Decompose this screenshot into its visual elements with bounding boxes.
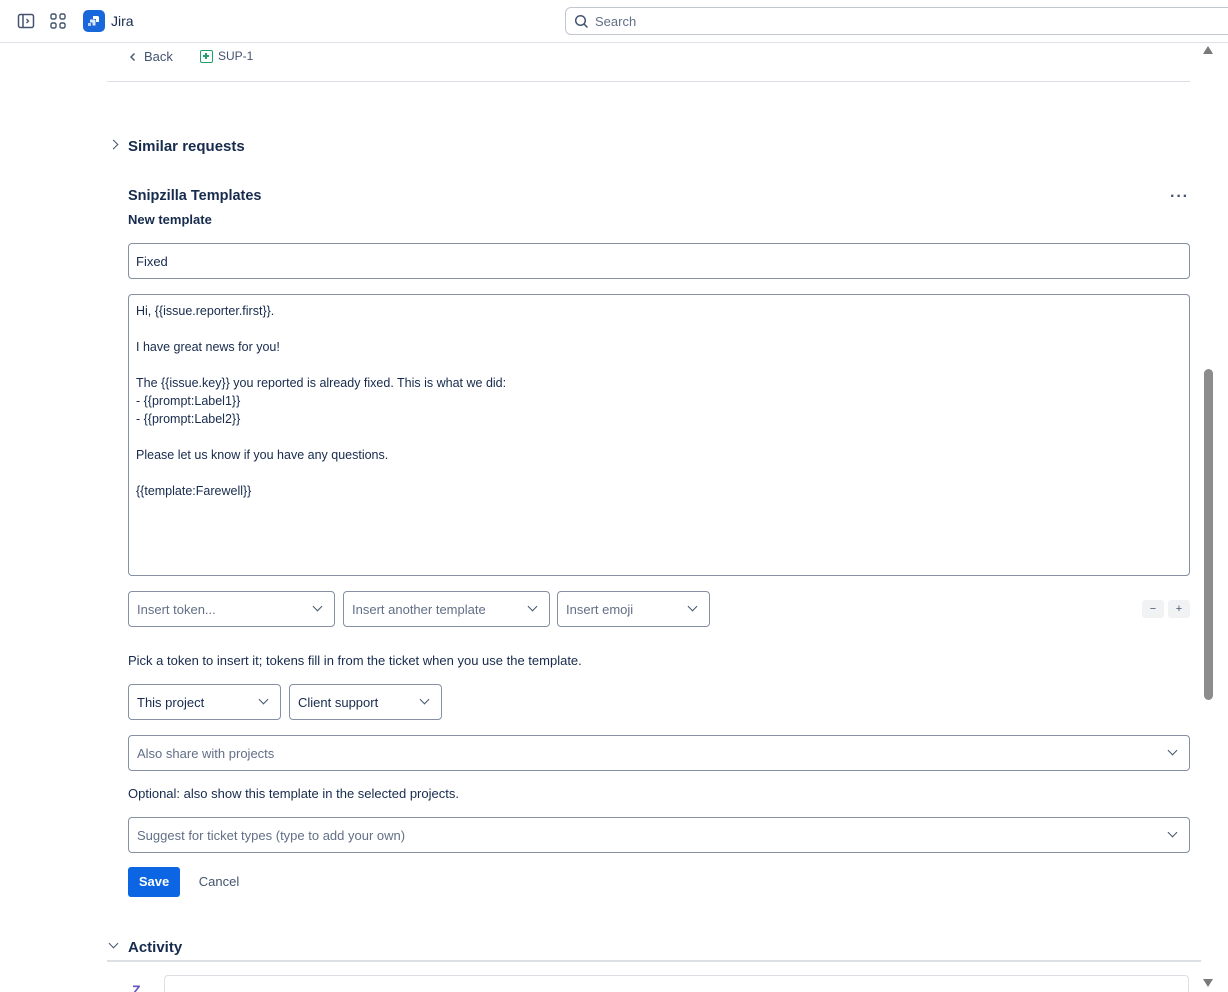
comment-box[interactable] bbox=[164, 975, 1189, 992]
share-projects-placeholder: Also share with projects bbox=[137, 746, 275, 761]
template-body-line: {{template:Farewell}} bbox=[136, 484, 252, 498]
template-body-line bbox=[136, 464, 1182, 482]
shrink-editor-button[interactable]: − bbox=[1142, 600, 1164, 618]
scroll-down-arrow-icon[interactable] bbox=[1203, 979, 1213, 987]
expand-editor-button[interactable]: + bbox=[1168, 600, 1190, 618]
scroll-up-arrow-icon[interactable] bbox=[1203, 46, 1213, 54]
back-link[interactable]: Back bbox=[128, 49, 173, 64]
chevron-down-icon bbox=[1167, 745, 1178, 756]
search-input[interactable]: Search bbox=[565, 7, 1228, 35]
issue-type-icon bbox=[200, 49, 213, 63]
chevron-down-icon bbox=[687, 601, 698, 612]
chevron-down-icon bbox=[1167, 827, 1178, 838]
insert-template-select[interactable]: Insert another template bbox=[343, 591, 550, 627]
chevron-down-icon bbox=[258, 694, 269, 705]
project-value: Client support bbox=[298, 695, 379, 710]
issue-key-label: SUP-1 bbox=[218, 49, 254, 63]
new-template-heading: New template bbox=[128, 212, 212, 227]
template-body-line: Please let us know if you have any quest… bbox=[136, 448, 389, 462]
insert-emoji-label: Insert emoji bbox=[566, 602, 634, 617]
scrollbar-thumb[interactable] bbox=[1204, 369, 1213, 700]
more-options-icon[interactable]: ··· bbox=[1170, 188, 1189, 206]
chevron-right-icon[interactable] bbox=[108, 139, 119, 150]
template-body-line bbox=[136, 428, 1182, 446]
template-body-line: - {{prompt:Label2}} bbox=[136, 412, 241, 426]
template-name-input[interactable] bbox=[128, 243, 1190, 279]
header-divider bbox=[107, 81, 1190, 82]
top-navigation-bar: Jira Search bbox=[0, 0, 1228, 43]
template-body-line: The {{issue.key}} you reported is alread… bbox=[136, 376, 507, 390]
template-body-textarea[interactable]: Hi, {{issue.reporter.first}}. I have grea… bbox=[128, 294, 1190, 576]
chevron-left-icon bbox=[130, 52, 135, 61]
similar-requests-heading[interactable]: Similar requests bbox=[128, 138, 245, 155]
share-projects-select[interactable]: Also share with projects bbox=[128, 735, 1190, 771]
search-icon bbox=[574, 14, 589, 29]
search-placeholder: Search bbox=[595, 14, 637, 29]
insert-token-select[interactable]: Insert token... bbox=[128, 591, 335, 627]
chevron-down-icon[interactable] bbox=[108, 938, 119, 949]
template-body-line: - {{prompt:Label1}} bbox=[136, 394, 241, 408]
save-button[interactable]: Save bbox=[128, 867, 180, 897]
activity-heading[interactable]: Activity bbox=[128, 939, 182, 956]
app-name[interactable]: Jira bbox=[111, 13, 134, 29]
snipzilla-title: Snipzilla Templates bbox=[128, 188, 262, 204]
snipzilla-logo-icon: Z bbox=[132, 982, 141, 992]
ticket-types-placeholder: Suggest for ticket types (type to add yo… bbox=[137, 828, 406, 843]
insert-emoji-select[interactable]: Insert emoji bbox=[557, 591, 710, 627]
template-body-line bbox=[136, 320, 1182, 338]
activity-divider bbox=[107, 960, 1201, 962]
scope-select[interactable]: This project bbox=[128, 684, 281, 720]
token-help-text: Pick a token to insert it; tokens fill i… bbox=[128, 653, 582, 668]
insert-token-label: Insert token... bbox=[137, 602, 216, 617]
sidebar-toggle-icon[interactable] bbox=[17, 12, 35, 30]
issue-key-link[interactable]: SUP-1 bbox=[200, 49, 253, 63]
template-body-line: Hi, {{issue.reporter.first}}. bbox=[136, 304, 275, 318]
chevron-down-icon bbox=[312, 601, 323, 612]
chevron-down-icon bbox=[419, 694, 430, 705]
cancel-button[interactable]: Cancel bbox=[188, 867, 250, 897]
chevron-down-icon bbox=[527, 601, 538, 612]
template-body-line bbox=[136, 356, 1182, 374]
project-select[interactable]: Client support bbox=[289, 684, 442, 720]
app-switcher-icon[interactable] bbox=[49, 12, 67, 30]
template-body-line: I have great news for you! bbox=[136, 340, 280, 354]
jira-logo-icon[interactable] bbox=[83, 10, 105, 32]
ticket-types-select[interactable]: Suggest for ticket types (type to add yo… bbox=[128, 817, 1190, 853]
scope-value: This project bbox=[137, 695, 205, 710]
back-label: Back bbox=[144, 49, 173, 64]
insert-template-label: Insert another template bbox=[352, 602, 486, 617]
share-help-text: Optional: also show this template in the… bbox=[128, 786, 459, 801]
